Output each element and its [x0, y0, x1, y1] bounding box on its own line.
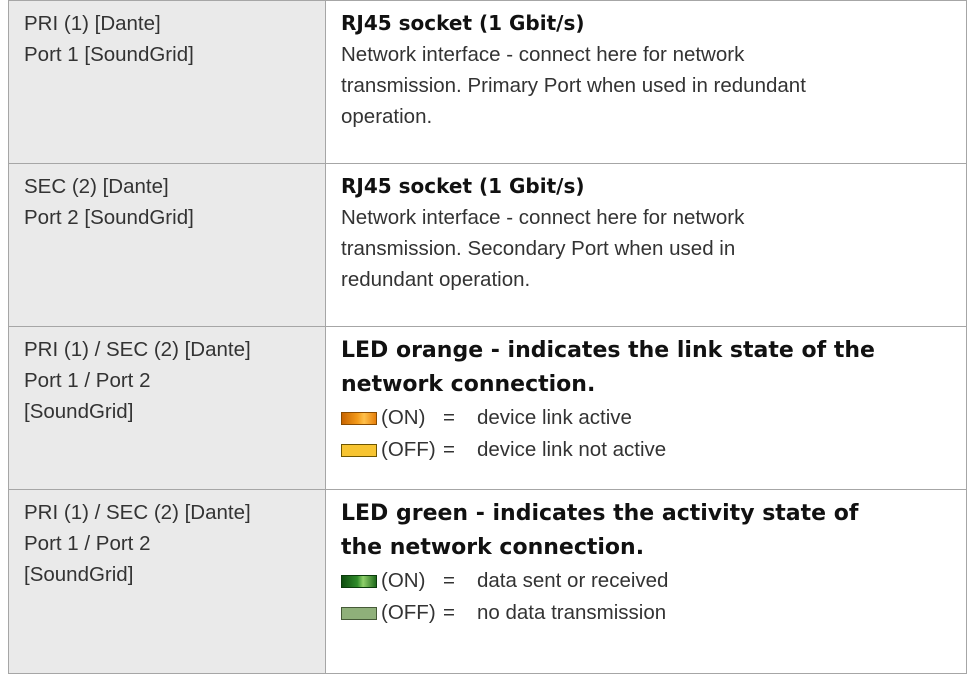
equals-sign: = — [443, 406, 455, 429]
port-label-line: PRI (1) [Dante] — [24, 12, 161, 35]
led-title-line: LED green - indicates the activity state… — [341, 501, 859, 526]
port-label-line: [SoundGrid] — [24, 400, 134, 423]
port-description-table: PRI (1) [Dante] Port 1 [SoundGrid] RJ45 … — [8, 0, 967, 674]
port-label-line: [SoundGrid] — [24, 563, 134, 586]
port-label-line: Port 1 [SoundGrid] — [24, 43, 194, 66]
equals-sign: = — [443, 438, 455, 461]
table-row: SEC (2) [Dante] Port 2 [SoundGrid] RJ45 … — [8, 163, 967, 327]
description-line: Network interface - connect here for net… — [341, 43, 745, 66]
green-led-off-icon — [341, 607, 377, 620]
description-title: RJ45 socket (1 Gbit/s) — [341, 11, 585, 35]
description-line: operation. — [341, 105, 433, 128]
led-meaning: data sent or received — [477, 569, 669, 592]
description-cell: LED green - indicates the activity state… — [325, 489, 967, 674]
led-state: (ON) — [381, 406, 426, 429]
port-label-line: PRI (1) / SEC (2) [Dante] — [24, 338, 251, 361]
led-state: (OFF) — [381, 601, 436, 624]
description-line: redundant operation. — [341, 268, 531, 291]
description-line: transmission. Secondary Port when used i… — [341, 237, 736, 260]
port-label-cell: PRI (1) [Dante] Port 1 [SoundGrid] — [8, 0, 326, 164]
led-title-line: the network connection. — [341, 535, 645, 560]
description-line: transmission. Primary Port when used in … — [341, 74, 806, 97]
table-row: PRI (1) / SEC (2) [Dante] Port 1 / Port … — [8, 326, 967, 490]
led-state-row: (ON) = data sent or received — [341, 565, 956, 597]
port-label-line: SEC (2) [Dante] — [24, 175, 169, 198]
port-label-cell: PRI (1) / SEC (2) [Dante] Port 1 / Port … — [8, 326, 326, 490]
description-cell: LED orange - indicates the link state of… — [325, 326, 967, 490]
description-title: RJ45 socket (1 Gbit/s) — [341, 174, 585, 198]
green-led-on-icon — [341, 575, 377, 588]
led-meaning: device link not active — [477, 438, 667, 461]
orange-led-on-icon — [341, 412, 377, 425]
led-state-row: (ON) = device link active — [341, 402, 956, 434]
port-label-cell: PRI (1) / SEC (2) [Dante] Port 1 / Port … — [8, 489, 326, 674]
equals-sign: = — [443, 569, 455, 592]
led-title-line: LED orange - indicates the link state of… — [341, 338, 875, 363]
led-meaning: device link active — [477, 406, 632, 429]
port-label-cell: SEC (2) [Dante] Port 2 [SoundGrid] — [8, 163, 326, 327]
table-row: PRI (1) / SEC (2) [Dante] Port 1 / Port … — [8, 489, 967, 674]
description-line: Network interface - connect here for net… — [341, 206, 745, 229]
led-meaning: no data transmission — [477, 601, 667, 624]
orange-led-off-icon — [341, 444, 377, 457]
port-label-line: Port 1 / Port 2 — [24, 369, 151, 392]
description-cell: RJ45 socket (1 Gbit/s) Network interface… — [325, 163, 967, 327]
description-cell: RJ45 socket (1 Gbit/s) Network interface… — [325, 0, 967, 164]
led-state-row: (OFF) = device link not active — [341, 434, 956, 466]
equals-sign: = — [443, 601, 455, 624]
table-row: PRI (1) [Dante] Port 1 [SoundGrid] RJ45 … — [8, 0, 967, 164]
port-label-line: PRI (1) / SEC (2) [Dante] — [24, 501, 251, 524]
led-state: (ON) — [381, 569, 426, 592]
led-state: (OFF) — [381, 438, 436, 461]
led-title-line: network connection. — [341, 372, 596, 397]
port-label-line: Port 2 [SoundGrid] — [24, 206, 194, 229]
led-state-row: (OFF) = no data transmission — [341, 597, 956, 629]
port-label-line: Port 1 / Port 2 — [24, 532, 151, 555]
